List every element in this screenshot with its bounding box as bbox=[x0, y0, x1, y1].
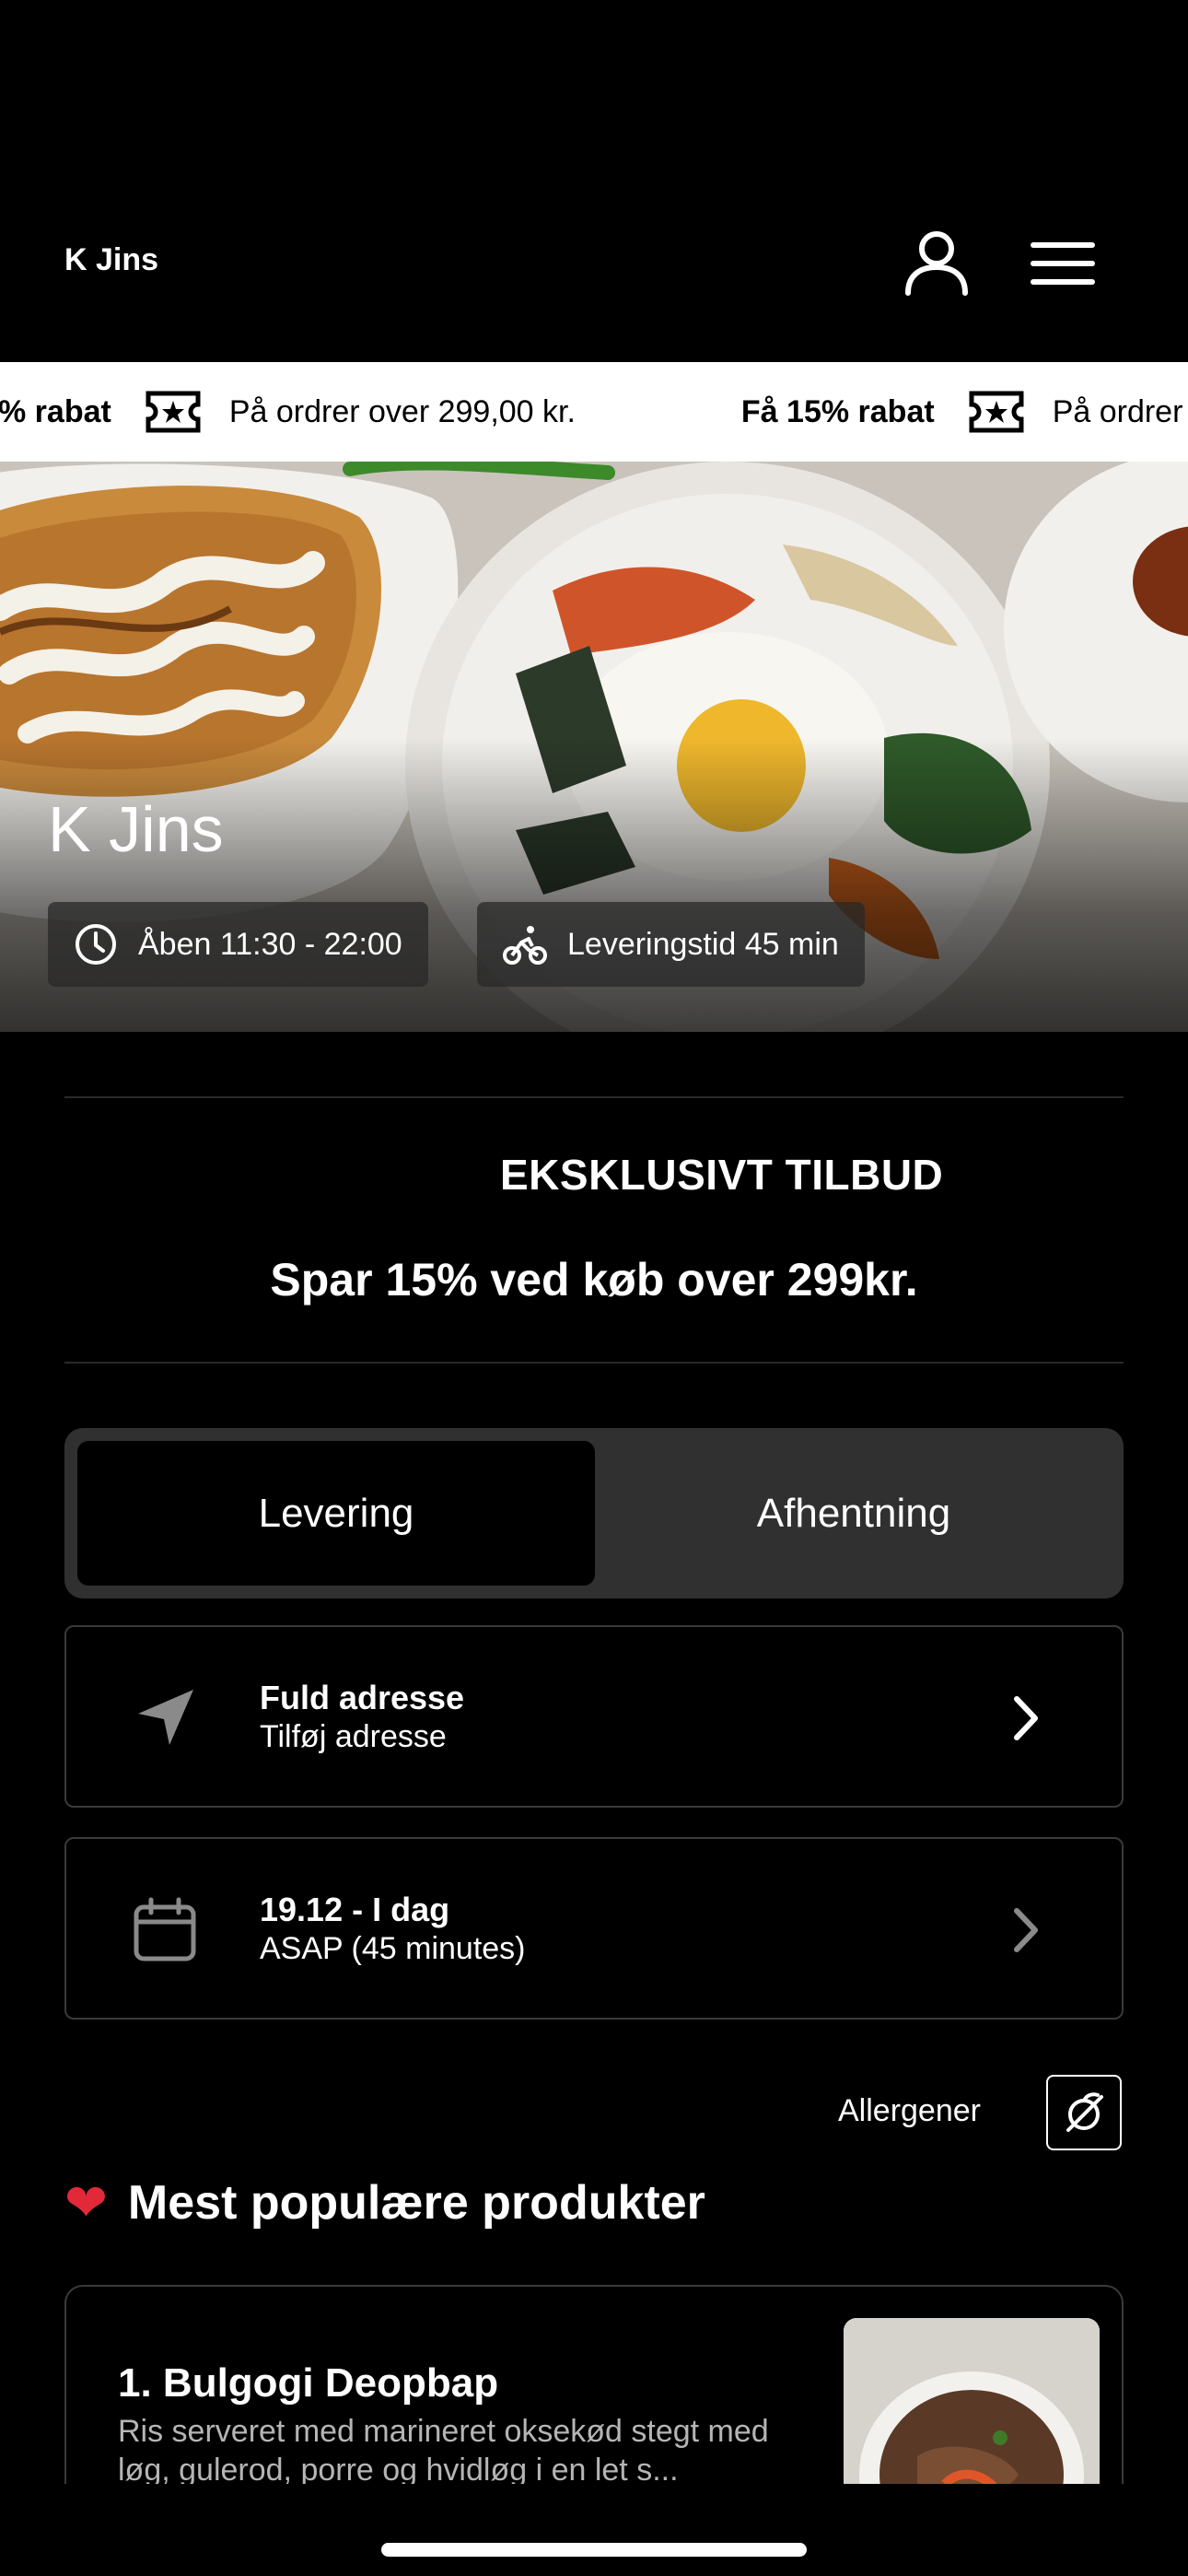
bottom-area bbox=[0, 2484, 1188, 2576]
marquee-track: % rabat På ordrer over 299,00 kr. Få 15%… bbox=[0, 362, 1188, 462]
calendar-icon bbox=[134, 1897, 196, 1961]
marquee-fragment: % rabat bbox=[0, 393, 111, 429]
address-card[interactable]: Fuld adresse Tilføj adresse bbox=[64, 1625, 1124, 1808]
open-hours-badge: Åben 11:30 - 22:00 bbox=[48, 902, 428, 987]
home-indicator[interactable] bbox=[381, 2543, 807, 2557]
brand-name[interactable]: K Jins bbox=[64, 242, 158, 278]
chevron-right-icon bbox=[1014, 1908, 1038, 1952]
offer-title: EKSKLUSIVT TILBUD bbox=[500, 1151, 944, 1199]
tab-delivery[interactable]: Levering bbox=[77, 1441, 595, 1586]
location-arrow-icon bbox=[138, 1690, 193, 1745]
hero-title: K Jins bbox=[48, 793, 224, 865]
divider bbox=[64, 1096, 1124, 1098]
popular-heading: ❤ Mest populære produkter bbox=[64, 2172, 705, 2233]
allergen-button[interactable] bbox=[1046, 2075, 1122, 2150]
tab-pickup[interactable]: Afhentning bbox=[595, 1441, 1112, 1586]
heart-icon: ❤ bbox=[64, 2173, 108, 2231]
product-name: 1. Bulgogi Deopbap bbox=[118, 2360, 499, 2406]
user-icon[interactable] bbox=[903, 228, 971, 297]
popular-heading-text: Mest populære produkter bbox=[127, 2176, 705, 2230]
ticket-star-icon bbox=[146, 391, 201, 433]
clock-icon bbox=[76, 924, 116, 965]
time-subtitle: ASAP (45 minutes) bbox=[260, 1931, 526, 1966]
menu-icon[interactable] bbox=[1030, 238, 1096, 289]
date-title: 19.12 - I dag bbox=[260, 1891, 450, 1928]
hero-gradient bbox=[0, 738, 1188, 1032]
chevron-right-icon bbox=[1014, 1696, 1038, 1740]
app-header: K Jins bbox=[0, 0, 1188, 362]
ticket-star-icon bbox=[969, 391, 1024, 433]
promo-marquee: % rabat På ordrer over 299,00 kr. Få 15%… bbox=[0, 362, 1188, 462]
address-subtitle: Tilføj adresse bbox=[260, 1719, 447, 1754]
delivery-time-badge: Leveringstid 45 min bbox=[477, 902, 865, 987]
offer-subtitle: Spar 15% ved køb over 299kr. bbox=[270, 1254, 918, 1306]
divider bbox=[64, 1362, 1124, 1364]
open-hours-text: Åben 11:30 - 22:00 bbox=[138, 926, 402, 962]
delivery-time-text: Leveringstid 45 min bbox=[567, 926, 839, 962]
bicycle-icon bbox=[503, 926, 547, 965]
marquee-text: På ordrer over 299,00 kr. bbox=[228, 393, 576, 429]
allergen-label[interactable]: Allergener bbox=[838, 2093, 981, 2129]
order-type-toggle: Levering Afhentning bbox=[64, 1428, 1124, 1598]
address-title: Fuld adresse bbox=[260, 1679, 465, 1716]
allergen-icon bbox=[1066, 2092, 1103, 2132]
product-description: Ris serveret med marineret oksekød stegt… bbox=[118, 2414, 769, 2488]
marquee-text: På ordrer over 299,00 kr. bbox=[1052, 393, 1188, 429]
marquee-bold: Få 15% rabat bbox=[740, 393, 935, 429]
delivery-time-card[interactable]: 19.12 - I dag ASAP (45 minutes) bbox=[64, 1837, 1124, 2020]
